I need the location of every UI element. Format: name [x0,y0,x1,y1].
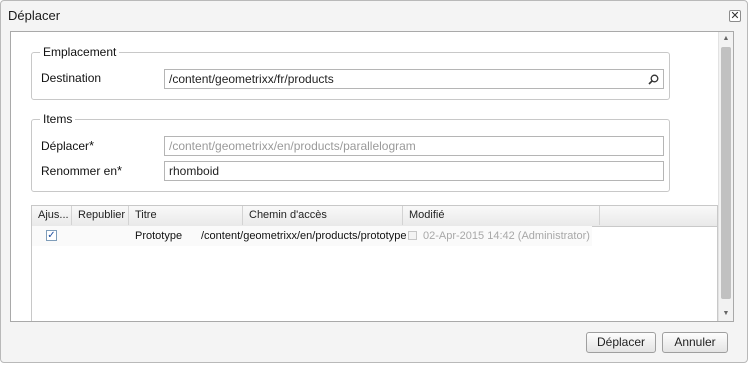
column-header-chemin[interactable]: Chemin d'accès [243,206,403,225]
close-icon: ✕ [730,10,740,22]
destination-search-button[interactable] [644,70,663,88]
renommer-required-marker: * [117,163,123,178]
emplacement-legend: Emplacement [40,45,120,59]
scrollbar-thumb[interactable] [721,47,731,299]
dialog-titlebar[interactable]: Déplacer ✕ [1,1,747,27]
scroll-up-icon[interactable]: ▲ [719,32,733,46]
cell-titre: Prototype [135,230,183,242]
cell-chemin: /content/geometrixx/en/products/prototyp… [201,230,407,242]
close-button[interactable]: ✕ [729,10,741,22]
emplacement-fieldset: Emplacement Destination /content/geometr… [31,45,670,100]
items-legend: Items [40,112,76,126]
vertical-scrollbar[interactable]: ▲ ▼ [718,32,733,321]
dialog-body: Emplacement Destination /content/geometr… [10,31,734,322]
column-header-ajuster[interactable]: Ajus... [32,206,72,225]
table-row[interactable]: ✓ Prototype /content/geometrixx/en/produ… [32,226,592,246]
deplacer-label-text: Déplacer [41,139,90,153]
dialog-title: Déplacer [8,8,61,23]
modifie-checkbox [408,231,417,240]
ajuster-checkbox[interactable]: ✓ [46,230,57,241]
renommer-field[interactable]: rhomboid [164,161,664,181]
destination-field[interactable]: /content/geometrixx/fr/products [164,69,664,89]
deplacer-field: /content/geometrixx/en/products/parallel… [164,136,664,156]
cancel-button[interactable]: Annuler [662,332,728,353]
renommer-label: Renommer en* [41,163,122,178]
destination-label: Destination [41,71,102,85]
column-header-modifie[interactable]: Modifié [403,206,600,225]
destination-value: /content/geometrixx/fr/products [169,72,334,86]
cell-modifie: 02-Apr-2015 14:42 (Administrator) [423,230,590,242]
renommer-value: rhomboid [169,164,220,178]
dialog-scroll-content: Emplacement Destination /content/geometr… [11,32,718,321]
check-icon: ✓ [47,230,56,241]
search-icon [648,74,659,85]
column-header-republier[interactable]: Republier [72,206,129,225]
renommer-label-text: Renommer en [41,164,118,178]
references-grid: Ajus... Republier Titre Chemin d'accès M… [31,205,718,321]
deplacer-required-marker: * [89,138,95,153]
move-button[interactable]: Déplacer [586,332,656,353]
deplacer-value: /content/geometrixx/en/products/parallel… [169,139,416,153]
column-header-titre[interactable]: Titre [129,206,243,225]
move-dialog: Déplacer ✕ Emplacement Destination /cont… [0,0,748,363]
grid-header: Ajus... Republier Titre Chemin d'accès M… [32,206,717,227]
scroll-down-icon[interactable]: ▼ [719,307,733,321]
items-fieldset: Items Déplacer* /content/geometrixx/en/p… [31,112,670,192]
deplacer-label: Déplacer* [41,138,94,153]
